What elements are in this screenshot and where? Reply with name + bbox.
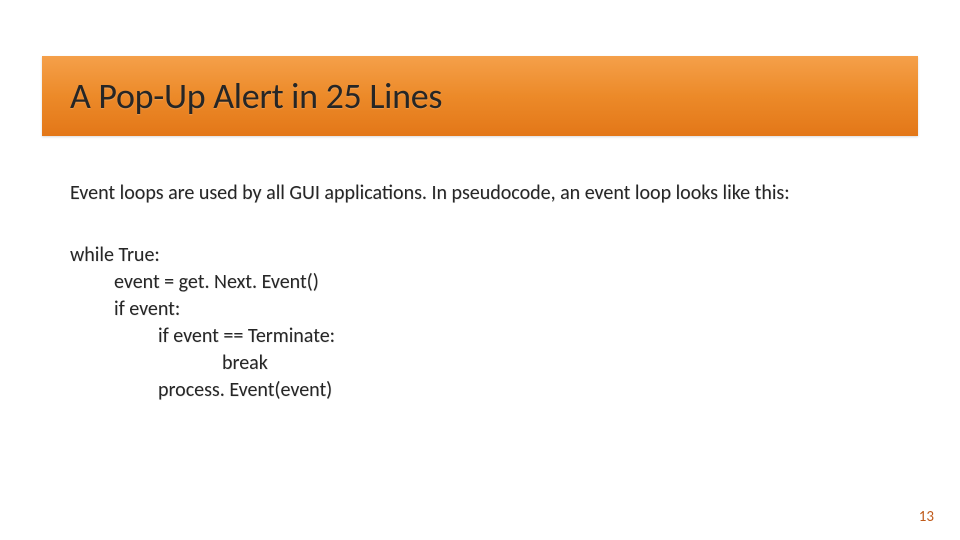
slide: A Pop-Up Alert in 25 Lines Event loops a…: [0, 0, 960, 540]
intro-text: Event loops are used by all GUI applicat…: [70, 180, 890, 206]
title-bar: A Pop-Up Alert in 25 Lines: [42, 56, 918, 136]
code-line-5: break: [222, 350, 890, 377]
code-line-3: if event:: [114, 296, 890, 323]
code-line-2: event = get. Next. Event(): [114, 269, 890, 296]
page-number: 13: [919, 508, 934, 526]
slide-body: Event loops are used by all GUI applicat…: [70, 180, 890, 404]
code-line-4: if event == Terminate:: [158, 323, 890, 350]
code-line-6: process. Event(event): [158, 377, 890, 404]
code-block: while True: event = get. Next. Event() i…: [70, 242, 890, 404]
code-line-1: while True:: [70, 242, 890, 269]
slide-title: A Pop-Up Alert in 25 Lines: [70, 74, 442, 118]
